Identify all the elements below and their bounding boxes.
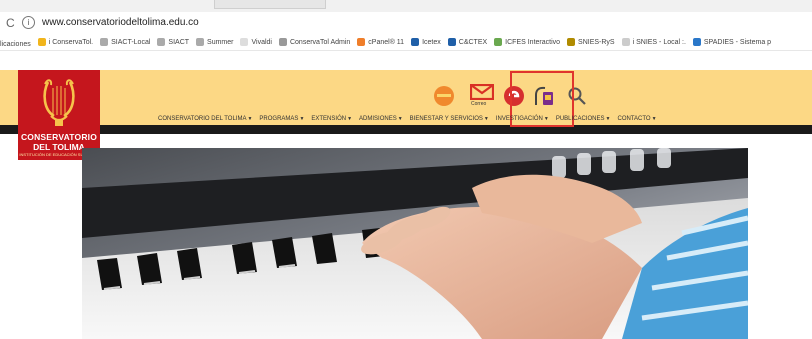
bookmark-label: licaciones [0,41,31,48]
menu-item-label: EXTENSIÓN [311,116,347,122]
bookmark-favicon-icon [196,38,205,46]
correo-link[interactable]: Correo [468,84,496,110]
menu-item-label: CONTACTO [617,116,651,122]
reload-icon[interactable]: C [6,16,15,30]
menu-item[interactable]: CONSERVATORIO DEL TOLIMA▼ [158,116,255,122]
bookmark-favicon-icon [692,38,701,46]
bookmark-label: i SNIES - Local :. [632,38,686,46]
menu-item-label: INVESTIGACIÓN [495,116,543,122]
bookmark-label: C&CTEX [458,38,488,46]
bookmark-label: SIACT [168,38,190,46]
bookmark-item[interactable]: ConservaTol Admin [278,34,351,50]
caret-down-icon: ▼ [347,116,353,122]
bookmark-favicon-icon [447,38,456,46]
orange-circle-icon[interactable] [433,85,455,112]
caret-down-icon: ▼ [247,116,253,122]
browser-tab[interactable] [214,0,326,9]
menu-item[interactable]: CONTACTO▼ [617,116,659,122]
address-bar: C i www.conservatoriodeltolima.edu.co [0,12,812,35]
bookmark-label: ConservaTol Admin [289,38,351,46]
bookmark-item[interactable]: SNIES-RyS [567,34,615,50]
menu-item-label: CONSERVATORIO DEL TOLIMA [158,116,247,122]
menu-item-label: BIENESTAR Y SERVICIOS [409,116,483,122]
caret-down-icon: ▼ [483,116,489,122]
bookmark-favicon-icon [357,38,366,46]
bookmark-item[interactable]: SIACT [157,34,189,50]
caret-down-icon: ▼ [651,116,657,122]
bookmark-label: SPADIES - Sistema p [703,38,772,46]
menu-item[interactable]: PUBLICACIONES▼ [556,116,614,122]
bookmark-item[interactable]: ICFES Interactivo [494,34,560,50]
correo-label: Correo [471,101,487,107]
bookmark-item[interactable]: cPanel® 11 [357,34,404,50]
menu-item-label: PUBLICACIONES [555,116,605,122]
caret-down-icon: ▼ [299,116,305,122]
bookmark-favicon-icon [37,38,46,46]
bookmark-favicon-icon [621,38,630,46]
caret-down-icon: ▼ [605,116,611,122]
bookmark-label: cPanel® 11 [368,38,405,46]
lyre-icon [43,79,75,126]
bookmark-favicon-icon [494,38,503,46]
menu-item[interactable]: ADMISIONES▼ [359,116,406,122]
menu-item[interactable]: INVESTIGACIÓN▼ [496,116,552,122]
bookmark-item[interactable]: Summer [196,34,233,50]
bookmark-favicon-icon [157,38,166,46]
bookmark-item[interactable]: i SNIES - Local :. [621,34,686,50]
caret-down-icon: ▼ [543,116,549,122]
site-info-icon[interactable]: i [22,16,35,29]
bookmark-label: i ConservaTol. [48,38,94,46]
menu-item-label: PROGRAMAS [259,116,299,122]
bookmark-label: SNIES-RyS [578,38,615,46]
bookmark-label: Icetex [422,38,441,46]
caret-down-icon: ▼ [397,116,403,122]
hero-image [82,148,748,339]
menu-item[interactable]: BIENESTAR Y SERVICIOS▼ [410,116,492,122]
menu-item[interactable]: EXTENSIÓN▼ [311,116,355,122]
mail-icon [470,84,494,100]
header-divider [0,125,812,134]
bookmark-favicon-icon [240,38,249,46]
bookmark-item[interactable]: Icetex [411,34,441,50]
bookmark-item[interactable]: C&CTEX [447,34,488,50]
menu-item-label: ADMISIONES [359,116,397,122]
bookmark-label: ICFES Interactivo [505,38,561,46]
url-field[interactable]: www.conservatoriodeltolima.edu.co [42,17,199,28]
bookmark-favicon-icon [567,38,576,46]
site-logo[interactable]: CONSERVATORIO DEL TOLIMA INSTITUCIÓN DE … [18,70,100,160]
bookmark-label: Vivaldi [251,38,272,46]
bookmark-favicon-icon [411,38,420,46]
menu-item[interactable]: PROGRAMAS▼ [259,116,307,122]
bookmark-label: SIACT-Local [111,38,151,46]
bookmark-favicon-icon [100,38,109,46]
bookmark-item[interactable]: SPADIES - Sistema p [692,34,772,50]
bookmark-label: Summer [207,38,234,46]
piano-hands-image [82,148,748,339]
bookmark-item[interactable]: licaciones [0,37,31,51]
bookmark-favicon-icon [278,38,287,46]
bookmark-item[interactable]: i ConservaTol. [37,34,94,50]
bookmark-item[interactable]: Vivaldi [240,34,272,50]
bookmark-item[interactable]: SIACT-Local [100,34,150,50]
logo-line1: CONSERVATORIO [20,132,98,142]
browser-tabstrip [0,0,812,12]
bookmarks-bar: licaciones i ConservaTol. SIACT-Local SIACT… [0,34,812,51]
main-menu: CONSERVATORIO DEL TOLIMA▼ PROGRAMAS▼ EXTEN… [158,116,664,122]
